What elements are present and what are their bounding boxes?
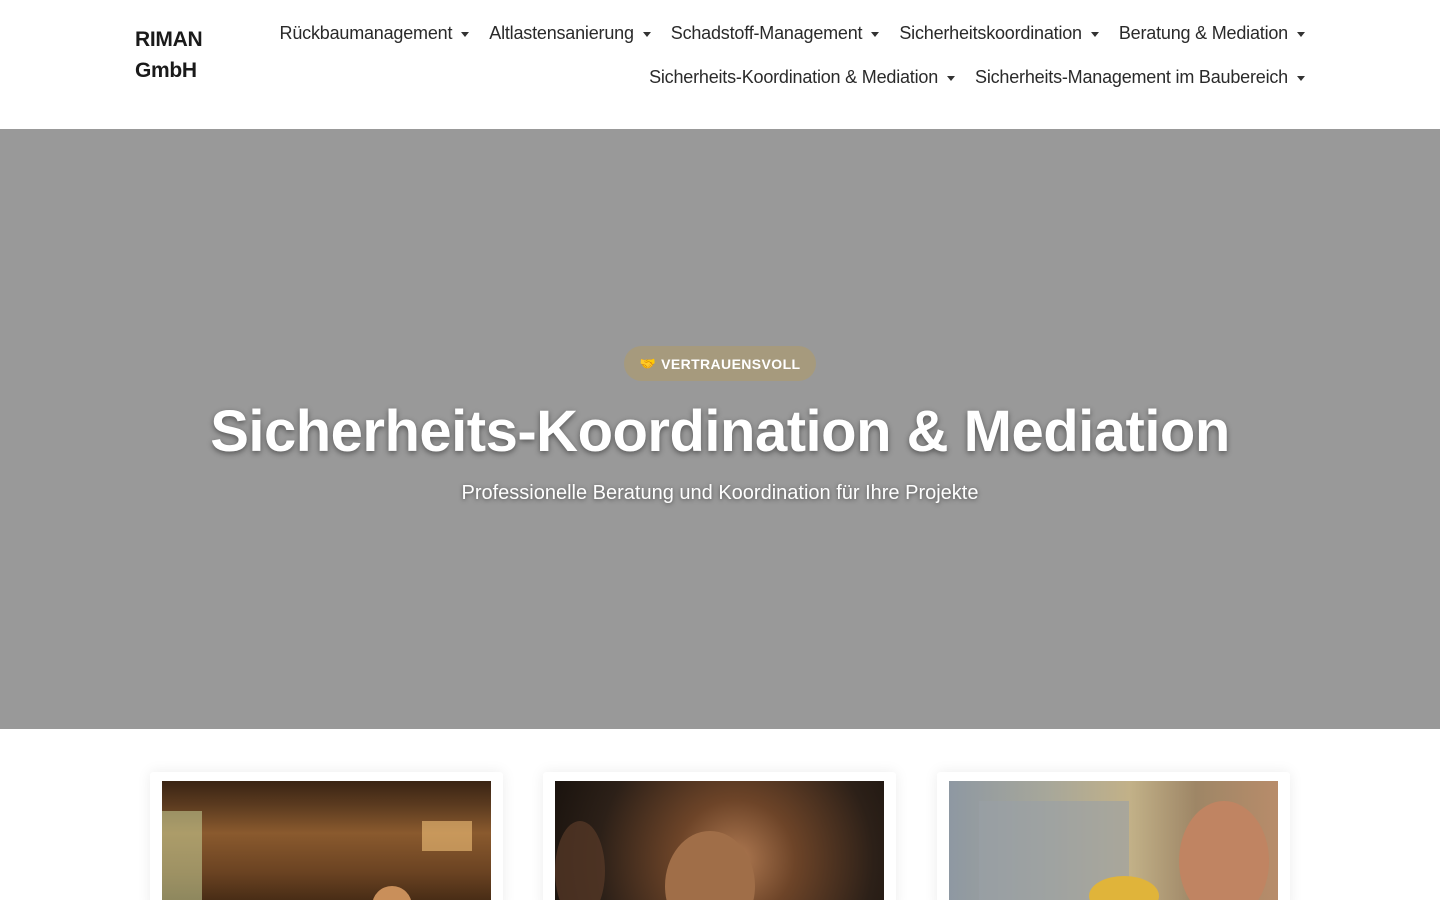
nav-item-altlastensanierung[interactable]: Altlastensanierung (489, 20, 651, 46)
service-cards (0, 729, 1440, 900)
logo-line-1: RIMAN (135, 28, 203, 51)
nav-item-label: Altlastensanierung (489, 22, 634, 43)
nav-item-label: Schadstoff-Management (670, 22, 863, 43)
caret-down-icon (461, 31, 470, 37)
nav-item-label: Sicherheits-Koordination & Mediation (649, 66, 939, 87)
logo-line-2: GmbH (135, 59, 197, 82)
caret-down-icon (871, 31, 880, 37)
service-card[interactable] (937, 772, 1290, 900)
main-nav-row-2: Sicherheits-Koordination & Mediation Sic… (649, 64, 1305, 90)
main-nav-row-1: Rückbaumanagement Altlastensanierung Sch… (280, 20, 1305, 46)
hero-title: Sicherheits-Koordination & Mediation (210, 399, 1230, 464)
site-logo[interactable]: RIMAN GmbH (135, 24, 215, 86)
nav-item-sicherheits-koordination-mediation[interactable]: Sicherheits-Koordination & Mediation (649, 64, 956, 90)
caret-down-icon (1297, 75, 1305, 81)
man-portrait-photo (555, 781, 884, 900)
site-header: RIMAN GmbH Rückbaumanagement Altlastensa… (0, 0, 1440, 129)
caret-down-icon (1297, 31, 1305, 37)
nav-item-label: Beratung & Mediation (1118, 22, 1288, 43)
hero-badge-label: VERTRAUENSVOLL (661, 355, 801, 372)
nav-item-sicherheits-management-baubereich[interactable]: Sicherheits-Management im Baubereich (975, 64, 1305, 90)
nav-item-schadstoff-management[interactable]: Schadstoff-Management (671, 20, 880, 46)
caret-down-icon (947, 75, 956, 81)
hero-section: 🤝 VERTRAUENSVOLL Sicherheits-Koordinatio… (0, 129, 1440, 729)
nav-item-label: Rückbaumanagement (279, 22, 453, 43)
service-card[interactable] (150, 772, 503, 900)
nav-item-sicherheitskoordination[interactable]: Sicherheitskoordination (899, 20, 1099, 46)
nav-item-label: Sicherheitskoordination (899, 22, 1082, 43)
nav-item-label: Sicherheits-Management im Baubereich (975, 66, 1288, 87)
hero-subtitle: Professionelle Beratung und Koordination… (461, 482, 979, 504)
caret-down-icon (1090, 31, 1099, 37)
hero-badge: 🤝 VERTRAUENSVOLL (624, 346, 816, 381)
nav-item-beratung-mediation[interactable]: Beratung & Mediation (1119, 20, 1305, 46)
handshake-icon: 🤝 (639, 355, 657, 371)
service-card[interactable] (543, 772, 896, 900)
caret-down-icon (642, 31, 651, 37)
meeting-room-photo (162, 781, 491, 900)
nav-item-rueckbaumanagement[interactable]: Rückbaumanagement (280, 20, 470, 46)
construction-site-photo (949, 781, 1278, 900)
